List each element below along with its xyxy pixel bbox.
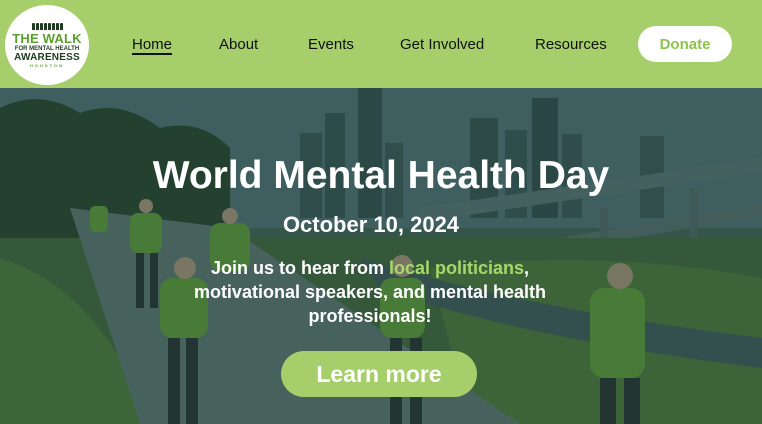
logo-text-line3: AWARENESS <box>14 51 80 63</box>
nav-events[interactable]: Events <box>308 36 354 53</box>
logo-text-line1: THE WALK <box>12 30 82 46</box>
logo-text-line4: HOUSTON <box>30 62 64 68</box>
nav-home[interactable]: Home <box>132 36 172 53</box>
walkers-icon <box>31 22 63 30</box>
local-politicians-highlight: local politicians <box>388 258 525 278</box>
hero-date: October 10, 2024 <box>282 212 460 237</box>
nav-about[interactable]: About <box>219 36 258 53</box>
hero-title: World Mental Health Day <box>152 154 610 197</box>
site-logo[interactable]: THE WALK FOR MENTAL HEALTH AWARENESS HOU… <box>5 5 89 85</box>
hero-description: Join us to hear from local politicians, … <box>170 256 570 328</box>
learn-more-button[interactable]: Learn more <box>281 351 477 397</box>
site-header: THE WALK FOR MENTAL HEALTH AWARENESS HOU… <box>0 0 762 88</box>
hero-description-start: Join us to hear from <box>210 258 389 278</box>
hero-section: World Mental Health Day October 10, 2024… <box>0 88 762 424</box>
nav-get-involved[interactable]: Get Involved <box>400 36 484 53</box>
logo-text-line2: FOR MENTAL HEALTH <box>14 45 80 52</box>
nav-resources[interactable]: Resources <box>535 36 607 53</box>
donate-button[interactable]: Donate <box>638 26 732 62</box>
